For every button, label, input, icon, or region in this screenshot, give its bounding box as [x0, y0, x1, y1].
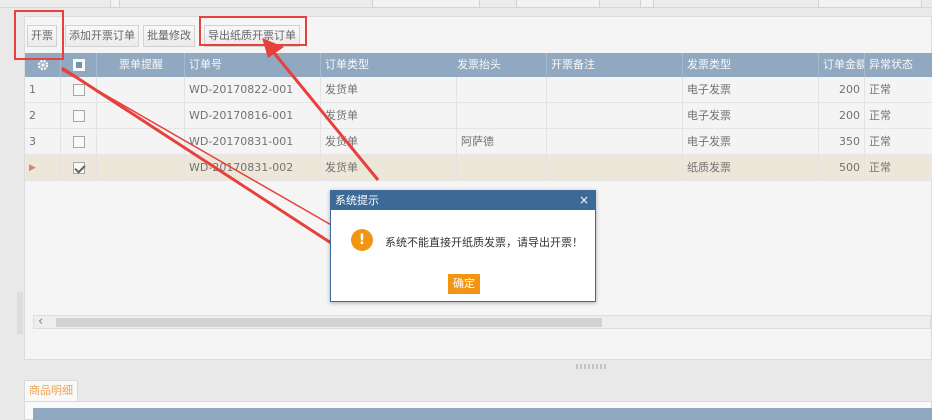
warning-icon: ! — [351, 229, 373, 251]
dialog-title: 系统提示 — [335, 194, 379, 207]
confirm-button[interactable]: 确定 — [448, 274, 480, 294]
dialog-message: 系统不能直接开纸质发票，请导出开票！ — [385, 236, 583, 249]
close-icon[interactable]: × — [579, 191, 589, 210]
dialog-titlebar: 系统提示 × — [331, 191, 595, 210]
system-alert-dialog: 系统提示 × ! 系统不能直接开纸质发票，请导出开票！ 确定 — [330, 190, 596, 302]
